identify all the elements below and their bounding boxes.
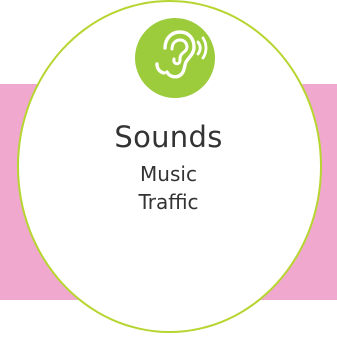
icon-badge (135, 18, 215, 98)
ear-sound-icon (155, 30, 208, 79)
card-title: Sounds (114, 120, 223, 154)
card-item-traffic: Traffic (138, 190, 199, 214)
card-item-music: Music (140, 162, 197, 186)
